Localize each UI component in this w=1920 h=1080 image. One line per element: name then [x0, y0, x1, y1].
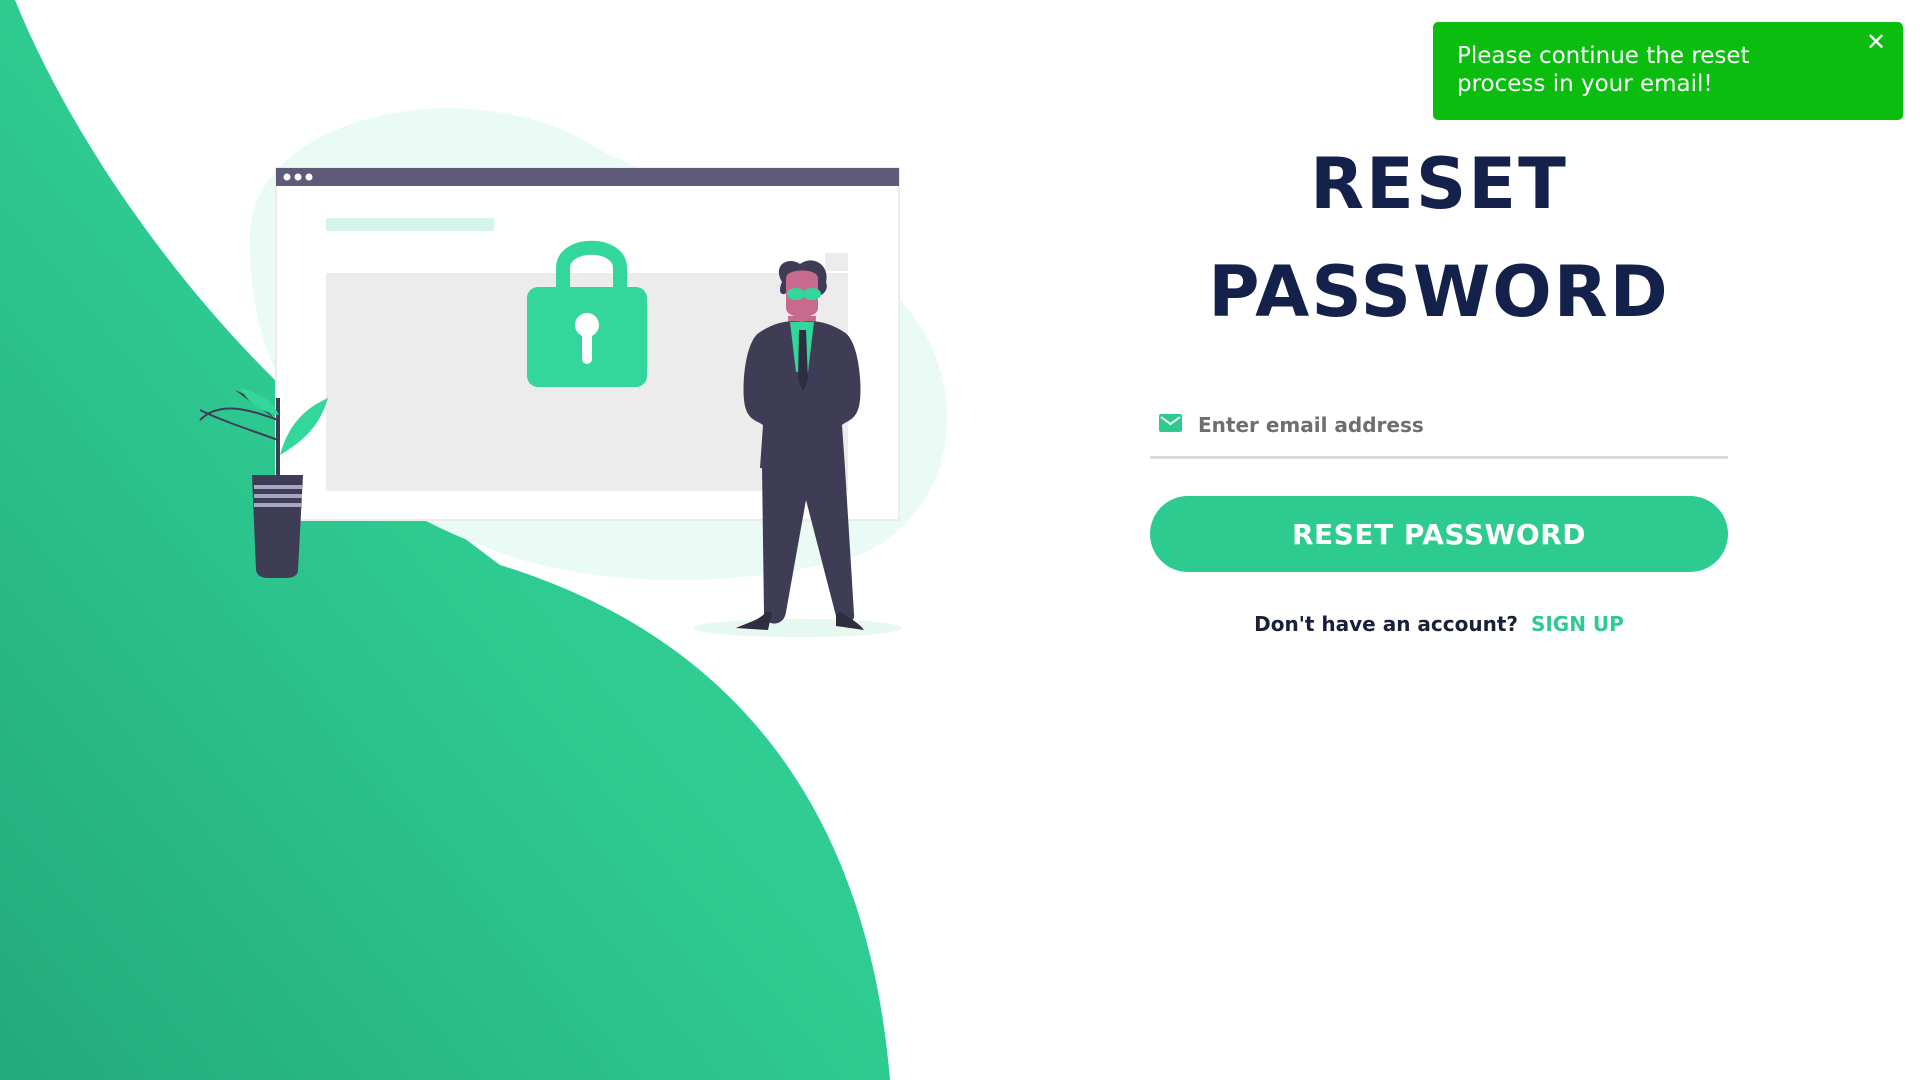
page-title: RESET PASSWORD	[1150, 130, 1728, 346]
email-input[interactable]	[1196, 406, 1720, 444]
success-toast: Please continue the reset process in you…	[1433, 22, 1903, 120]
mail-icon	[1159, 414, 1182, 432]
reset-password-button[interactable]: RESET PASSWORD	[1150, 496, 1728, 572]
title-line-password: PASSWORD	[1208, 251, 1670, 333]
reset-form: RESET PASSWORD RESET PASSWORD Don't have…	[1150, 130, 1728, 636]
email-field-row	[1150, 396, 1728, 459]
signup-prompt-text: Don't have an account?	[1254, 612, 1518, 636]
close-icon[interactable]: ✕	[1863, 30, 1889, 56]
signup-prompt-row: Don't have an account? SIGN UP	[1150, 612, 1728, 636]
toast-message: Please continue the reset process in you…	[1457, 43, 1750, 97]
signup-link[interactable]: SIGN UP	[1531, 612, 1624, 636]
title-line-reset: RESET	[1310, 143, 1568, 225]
